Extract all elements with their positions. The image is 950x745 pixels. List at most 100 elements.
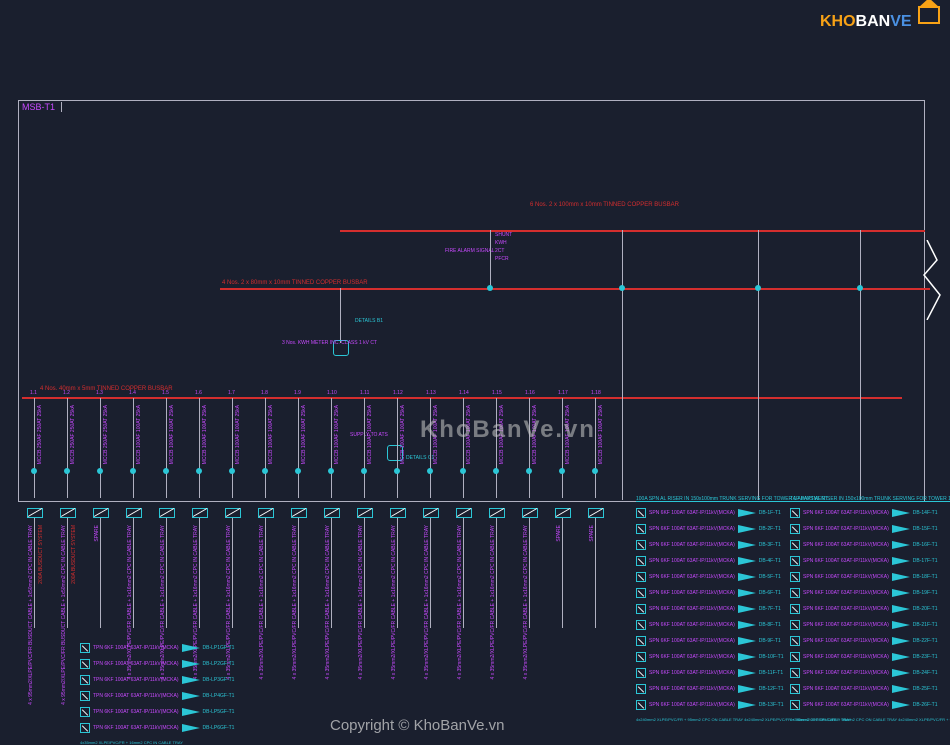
shunt-label: SHUNT [495,232,512,238]
branch-node [130,468,136,474]
db-dest-text: DB-26F-T1 [913,702,938,708]
db-group-3: TPN 6KF 100AT 63AT-IP/11kV(MCKA)DB-LP1GF… [80,640,234,745]
db-dest-text: DB-LP2GF-T1 [203,661,235,667]
cable-label: 4 x 35mm2/XLPE/PVC/FR CABLE + 1x16mm2 CP… [424,525,430,679]
db-arrow-icon [738,525,756,533]
branch-node [427,468,433,474]
branch-number: 1.5 [162,390,169,396]
branch-node [526,468,532,474]
db-arrow-icon [738,557,756,565]
mccb-label: MCCB 100AF 100AT 25kA [400,405,406,464]
mccb-label: MCCB 250AF 250AT 25kA [103,405,109,464]
db-arrow-icon [738,509,756,517]
break-mark-icon [922,240,942,325]
db-group-3-footer: 4x35mm2 XLPE/PVC/FR + 16mm2 CPC IN CABLE… [80,740,234,745]
cable-label: 4 x 35mm2/XLPE/PVC/FR CABLE + 1x16mm2 CP… [523,525,529,679]
db-row: SPN 6KF 100AT 63AT-IP/11kV(MCKA)DB-14F-T… [790,505,950,521]
db-arrow-icon [738,605,756,613]
mccb-label: MCCB 100AF 100AT 25kA [367,405,373,464]
db-breaker-icon [790,684,800,694]
db-breaker-icon [790,508,800,518]
db-breaker-icon [636,636,646,646]
branch-node [196,468,202,474]
db-mcb-text: SPN 6KF 100AT 63AT-IP/11kV(MCKA) [649,526,735,532]
branch-line [100,398,101,498]
busbar-top-label: 6 Nos. 2 x 100mm x 10mm TINNED COPPER BU… [530,202,679,208]
branch-line [562,398,563,498]
cable-label: 4 x 35mm2/XLPE/PVC/FR CABLE + 1x16mm2 CP… [325,525,331,679]
branch-line [331,398,332,498]
branch-node [64,468,70,474]
db-dest-text: DB-LP6GF-T1 [203,725,235,731]
branch-node [31,468,37,474]
branch-number: 1.6 [195,390,202,396]
cable-label: 4 x 35mm2/XLPE/PVC/FR CABLE + 1x16mm2 CP… [391,525,397,679]
busbar-mid-label: 4 Nos. 2 x 80mm x 10mm TINNED COPPER BUS… [222,280,368,286]
db-dest-text: DB-1F-T1 [759,510,781,516]
db-row: SPN 6KF 100AT 63AT-IP/11kV(MCKA)DB-17F-T… [790,553,950,569]
db-breaker-icon [636,668,646,678]
branch-number: 1.18 [591,390,601,396]
db-row: SPN 6KF 100AT 63AT-IP/11kV(MCKA)DB-26F-T… [790,697,950,713]
mccb-label: MCCB 100AF 100AT 25kA [202,405,208,464]
db-mcb-text: SPN 6KF 100AT 63AT-IP/11kV(MCKA) [649,558,735,564]
branch-line-lower [496,518,497,628]
drop-line [490,230,491,288]
details-b1: DETAILS B1 [355,318,383,324]
db-row: SPN 6KF 100AT 63AT-IP/11kV(MCKA)DB-16F-T… [790,537,950,553]
bus-node [487,285,493,291]
db-mcb-text: SPN 6KF 100AT 63AT-IP/11kV(MCKA) [649,622,735,628]
branch-line [298,398,299,498]
site-logo: KHOBANVE [820,8,940,31]
branch-line [34,398,35,498]
db-arrow-icon [738,637,756,645]
branch-number: 1.13 [426,390,436,396]
branch-node [262,468,268,474]
branch-line-lower [430,518,431,628]
db-breaker-icon [790,524,800,534]
db-arrow-icon [892,525,910,533]
db-dest-text: DB-15F-T1 [913,526,938,532]
panel-name-label: MSB-T1 [22,102,62,112]
db-mcb-text: SPN 6KF 100AT 63AT-IP/11kV(MCKA) [649,670,735,676]
kwh-label: KWH [495,240,507,246]
db-breaker-icon [790,652,800,662]
branch-line [265,398,266,498]
cable-label: 4 x 95mm2/XLPE/PVC/FR BUSDUCT CABLE + 1x… [61,525,67,705]
mccb-label: MCCB 100AF 100AT 25kA [235,405,241,464]
branch-node [592,468,598,474]
branch-number: 1.15 [492,390,502,396]
db-row: TPN 6KF 100AT 63AT-IP/11kV(MCKA)DB-LP6GF… [80,720,234,736]
db-arrow-icon [892,621,910,629]
branch-number: 1.10 [327,390,337,396]
db-dest-text: DB-25F-T1 [913,686,938,692]
db-breaker-icon [636,700,646,710]
db-mcb-text: SPN 6KF 100AT 63AT-IP/11kV(MCKA) [649,542,735,548]
db-dest-text: DB-14F-T1 [913,510,938,516]
meter-label: 3 Nos. KWH METER INC. CLASS 1 kV CT [282,340,377,346]
db-row: SPN 6KF 100AT 63AT-IP/11kV(MCKA)DB-20F-T… [790,601,950,617]
mccb-label: MCCB 100AF 100AT 25kA [169,405,175,464]
db-dest-text: DB-24F-T1 [913,670,938,676]
db-dest-text: DB-LP5GF-T1 [203,709,235,715]
db-arrow-icon [892,669,910,677]
db-arrow-icon [738,621,756,629]
db-arrow-icon [738,541,756,549]
db-row: SPN 6KF 100AT 63AT-IP/11kV(MCKA)DB-19F-T… [790,585,950,601]
branch-line [364,398,365,498]
branch-line [463,398,464,498]
branch-node [295,468,301,474]
db-arrow-icon [892,605,910,613]
db-dest-text: DB-LP3GF-T1 [203,677,235,683]
db-mcb-text: SPN 6KF 100AT 63AT-IP/11kV(MCKA) [649,654,735,660]
db-dest-text: DB-18F-T1 [913,574,938,580]
branch-number: 1.1 [30,390,37,396]
db-dest-text: DB-17F-T1 [913,558,938,564]
db-row: SPN 6KF 100AT 63AT-IP/11kV(MCKA)DB-23F-T… [790,649,950,665]
branch-line-lower [67,518,68,628]
branch-line [166,398,167,498]
busbar-mid [220,288,930,290]
db-dest-text: DB-19F-T1 [913,590,938,596]
db-arrow-icon [738,669,756,677]
db-arrow-icon [892,653,910,661]
